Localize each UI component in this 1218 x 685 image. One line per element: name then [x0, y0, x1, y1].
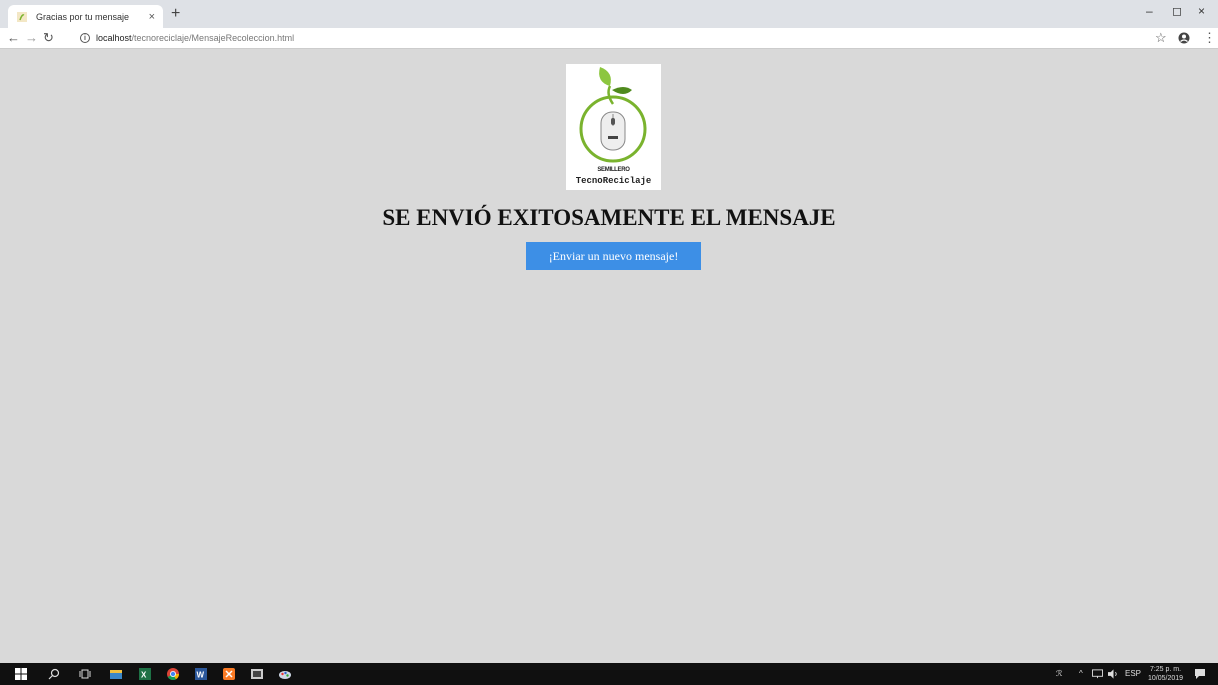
- chrome-icon[interactable]: [167, 668, 179, 680]
- tab-close-icon[interactable]: ×: [149, 11, 155, 23]
- tab-strip: Gracias por tu mensaje × + – ◻ ×: [0, 0, 1218, 28]
- volume-icon[interactable]: [1108, 669, 1119, 679]
- network-icon[interactable]: [1092, 669, 1103, 679]
- page-title: SE ENVIÓ EXITOSAMENTE EL MENSAJE: [382, 205, 836, 230]
- send-new-message-button[interactable]: ¡Enviar un nuevo mensaje!: [526, 242, 701, 270]
- excel-icon[interactable]: X: [139, 668, 151, 680]
- forward-arrow-icon[interactable]: →: [25, 30, 38, 46]
- new-tab-button[interactable]: +: [171, 6, 180, 22]
- minimize-button[interactable]: –: [1146, 4, 1153, 18]
- browser-toolbar: ← → ↻ i localhost/tecnoreciclaje/Mensaje…: [0, 28, 1218, 49]
- svg-text:X: X: [141, 671, 147, 680]
- profile-icon[interactable]: [1178, 32, 1190, 44]
- task-view-icon[interactable]: [79, 668, 91, 680]
- clock-date: 10/05/2019: [1148, 675, 1184, 682]
- windows-start-icon[interactable]: [15, 668, 27, 680]
- logo-subtitle: SEMILLERO: [597, 167, 630, 173]
- search-icon[interactable]: [48, 668, 60, 680]
- reload-icon[interactable]: ↻: [43, 30, 54, 46]
- url-text: localhost/tecnoreciclaje/MensajeRecolecc…: [96, 33, 295, 43]
- star-icon[interactable]: ☆: [1155, 30, 1167, 46]
- chevron-up-icon[interactable]: ^: [1079, 669, 1083, 678]
- close-window-button[interactable]: ×: [1198, 4, 1205, 18]
- paint-icon[interactable]: [279, 668, 291, 680]
- app-window-icon[interactable]: [251, 668, 263, 680]
- people-icon[interactable]: ℛ: [1056, 669, 1062, 678]
- info-icon[interactable]: i: [80, 33, 90, 43]
- taskbar: X W ℛ ^ ESP 7:25 p. m. 10/05/2019: [0, 663, 1218, 685]
- clock[interactable]: 7:25 p. m. 10/05/2019: [1148, 665, 1183, 683]
- word-icon[interactable]: W: [195, 668, 207, 680]
- svg-text:W: W: [197, 671, 205, 680]
- maximize-button[interactable]: ◻: [1172, 4, 1182, 18]
- clock-time: 7:25 p. m.: [1149, 666, 1182, 673]
- logo-title: TecnoReciclaje: [575, 176, 652, 186]
- logo: SEMILLERO TecnoReciclaje: [566, 64, 661, 190]
- address-bar[interactable]: i localhost/tecnoreciclaje/MensajeRecole…: [80, 30, 294, 46]
- favicon-icon: [17, 11, 27, 22]
- page-content: SEMILLERO TecnoReciclaje SE ENVIÓ EXITOS…: [6, 49, 1212, 663]
- tab-title: Gracias por tu mensaje: [36, 11, 130, 22]
- notifications-icon[interactable]: [1194, 668, 1206, 680]
- file-explorer-icon[interactable]: [110, 668, 122, 680]
- browser-tab[interactable]: Gracias por tu mensaje ×: [8, 5, 163, 28]
- back-arrow-icon[interactable]: ←: [7, 30, 20, 46]
- language-indicator[interactable]: ESP: [1125, 669, 1141, 678]
- kebab-menu-icon[interactable]: ⋮: [1203, 30, 1216, 46]
- xampp-icon[interactable]: [223, 668, 235, 680]
